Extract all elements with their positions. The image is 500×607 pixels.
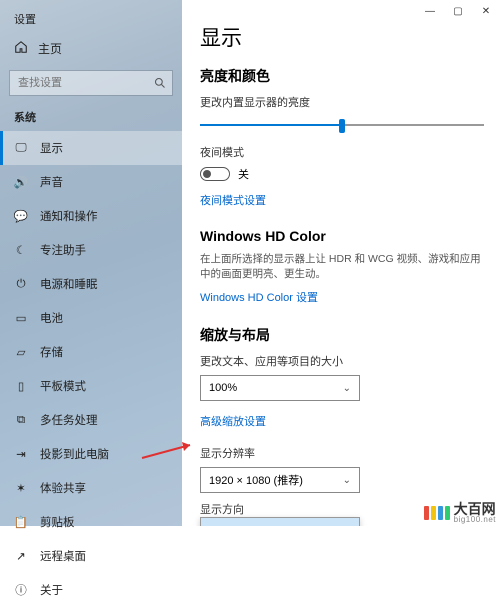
about-icon: ⓘ [14, 582, 28, 598]
notification-icon: 💬 [14, 209, 28, 223]
brightness-label: 更改内置显示器的亮度 [200, 94, 484, 110]
hdcolor-heading: Windows HD Color [200, 228, 484, 244]
content-pane: 显示 亮度和颜色 更改内置显示器的亮度 夜间模式 关 夜间模式设置 Window… [182, 0, 500, 526]
watermark-logo-icon [424, 506, 450, 520]
nav-label: 电池 [40, 310, 63, 326]
nav-list: 🖵 显示 🔊 声音 💬 通知和操作 ☾ 专注助手 ⏻ 电源和睡眠 ▭ 电池 ▱ 存储 ▯ 平板模… [0, 131, 182, 607]
nav-remote[interactable]: ↗ 远程桌面 [0, 539, 182, 573]
multitask-icon: ⧉ [14, 414, 28, 427]
text-size-combo[interactable]: 100% ⌄ [200, 375, 360, 401]
nav-label: 多任务处理 [40, 412, 98, 428]
hdcolor-link[interactable]: Windows HD Color 设置 [200, 289, 318, 305]
close-button[interactable]: ✕ [472, 0, 500, 22]
focus-icon: ☾ [14, 243, 28, 257]
watermark-url: big100.net [454, 516, 496, 524]
sidebar: 设置 主页 系统 🖵 显示 🔊 声音 💬 通知和操作 ☾ 专注助手 ⏻ 电源和睡眠 ▭ 电池… [0, 0, 182, 526]
nav-label: 电源和睡眠 [40, 276, 98, 292]
nav-power[interactable]: ⏻ 电源和睡眠 [0, 267, 182, 301]
slider-thumb[interactable] [339, 119, 345, 133]
nav-label: 关于 [40, 582, 63, 598]
nightlight-label: 夜间模式 [200, 144, 484, 160]
section-label: 系统 [0, 105, 182, 131]
nav-label: 专注助手 [40, 242, 86, 258]
nav-sound[interactable]: 🔊 声音 [0, 165, 182, 199]
hdcolor-desc: 在上面所选择的显示器上让 HDR 和 WCG 视频、游戏和应用中的画面更明亮、更… [200, 252, 484, 281]
nav-label: 投影到此电脑 [40, 446, 109, 462]
nightlight-toggle[interactable] [200, 167, 230, 181]
nav-about[interactable]: ⓘ 关于 [0, 573, 182, 607]
brightness-heading: 亮度和颜色 [200, 66, 484, 86]
nav-label: 通知和操作 [40, 208, 98, 224]
remote-icon: ↗ [14, 549, 28, 563]
display-icon: 🖵 [14, 142, 28, 155]
advanced-scale-link[interactable]: 高级缩放设置 [200, 413, 266, 429]
maximize-button[interactable]: ▢ [444, 0, 472, 22]
search-input[interactable] [10, 71, 172, 95]
resolution-combo[interactable]: 1920 × 1080 (推荐) ⌄ [200, 467, 360, 493]
project-icon: ⇥ [14, 447, 28, 461]
storage-icon: ▱ [14, 345, 28, 359]
nav-label: 体验共享 [40, 480, 86, 496]
nav-shared[interactable]: ✶ 体验共享 [0, 471, 182, 505]
nav-label: 远程桌面 [40, 548, 86, 564]
minimize-button[interactable]: — [416, 0, 444, 22]
nav-clipboard[interactable]: 📋 剪贴板 [0, 505, 182, 539]
app-title: 设置 [0, 6, 182, 32]
shared-icon: ✶ [14, 481, 28, 495]
battery-icon: ▭ [14, 311, 28, 325]
resolution-label: 显示分辨率 [200, 445, 484, 461]
home-button[interactable]: 主页 [0, 32, 182, 65]
power-icon: ⏻ [14, 278, 28, 291]
nav-display[interactable]: 🖵 显示 [0, 131, 182, 165]
sound-icon: 🔊 [14, 175, 28, 189]
orientation-dropdown[interactable]: 横向 纵向 横向(翻转) 纵向(翻转) [200, 517, 360, 526]
home-label: 主页 [38, 40, 62, 57]
scale-heading: 缩放与布局 [200, 325, 484, 345]
search-icon[interactable] [154, 76, 166, 94]
orientation-option-landscape[interactable]: 横向 [201, 518, 359, 526]
nav-label: 平板模式 [40, 378, 86, 394]
nav-multitask[interactable]: ⧉ 多任务处理 [0, 403, 182, 437]
nav-label: 剪贴板 [40, 514, 75, 530]
chevron-down-icon: ⌄ [343, 383, 351, 394]
brightness-slider[interactable] [200, 116, 484, 134]
resolution-value: 1920 × 1080 (推荐) [209, 472, 303, 488]
nav-tablet[interactable]: ▯ 平板模式 [0, 369, 182, 403]
tablet-icon: ▯ [14, 379, 28, 393]
clipboard-icon: 📋 [14, 515, 28, 529]
watermark-brand: 大百网 [454, 502, 496, 516]
nav-focus[interactable]: ☾ 专注助手 [0, 233, 182, 267]
nav-label: 声音 [40, 174, 63, 190]
nav-label: 显示 [40, 140, 63, 156]
nav-label: 存储 [40, 344, 63, 360]
page-title: 显示 [200, 22, 484, 52]
chevron-down-icon: ⌄ [343, 475, 351, 486]
home-icon [14, 40, 28, 57]
text-size-label: 更改文本、应用等项目的大小 [200, 353, 484, 369]
nav-battery[interactable]: ▭ 电池 [0, 301, 182, 335]
watermark: 大百网 big100.net [424, 502, 496, 524]
text-size-value: 100% [209, 382, 237, 394]
nightlight-state: 关 [238, 166, 249, 182]
nightlight-settings-link[interactable]: 夜间模式设置 [200, 192, 266, 208]
nav-project[interactable]: ⇥ 投影到此电脑 [0, 437, 182, 471]
nav-notifications[interactable]: 💬 通知和操作 [0, 199, 182, 233]
nav-storage[interactable]: ▱ 存储 [0, 335, 182, 369]
